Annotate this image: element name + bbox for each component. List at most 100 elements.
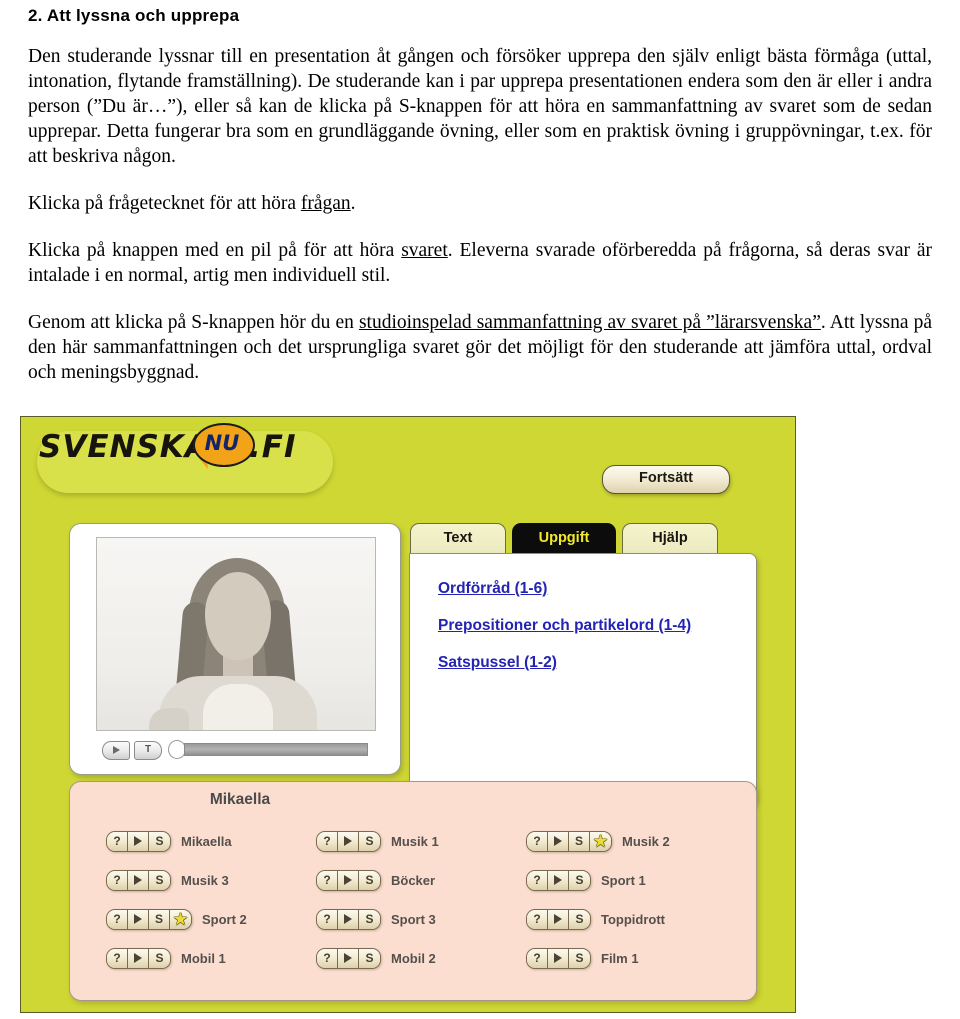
play-button[interactable]	[128, 871, 149, 890]
play-icon	[134, 836, 142, 847]
clip-button-group: ? S	[316, 870, 381, 891]
clips-panel-title: Mikaella	[209, 791, 271, 808]
question-button[interactable]: ?	[527, 832, 548, 851]
play-button[interactable]	[548, 871, 569, 890]
clip-label: Sport 2	[202, 912, 247, 927]
question-button[interactable]: ?	[107, 949, 128, 968]
question-button[interactable]: ?	[527, 910, 548, 929]
clip-label: Mobil 2	[391, 951, 436, 966]
clip-label: Musik 2	[622, 834, 670, 849]
summary-button[interactable]: S	[569, 832, 590, 851]
question-button[interactable]: ?	[107, 832, 128, 851]
question-button[interactable]: ?	[527, 871, 548, 890]
video-controls-bar: T	[96, 738, 374, 762]
play-icon	[554, 875, 562, 886]
summary-button[interactable]: S	[359, 871, 380, 890]
play-button[interactable]	[548, 832, 569, 851]
play-icon	[134, 953, 142, 964]
tab-uppgift[interactable]: Uppgift	[512, 523, 616, 554]
clips-grid: ? S Mikaella? S Musik 1? S ★ Musik 2? S Musik 3? S…	[70, 822, 756, 978]
clip-row: ? S ★ Musik 2	[526, 822, 756, 861]
video-person-shirt	[203, 684, 273, 730]
star-button[interactable]: ★	[590, 832, 611, 851]
clip-row: ? S Mobil 1	[106, 939, 316, 978]
tab-hjalp[interactable]: Hjälp	[622, 523, 718, 554]
play-button[interactable]	[338, 832, 359, 851]
summary-button[interactable]: S	[569, 949, 590, 968]
play-icon	[344, 914, 352, 925]
video-viewport[interactable]	[96, 537, 376, 731]
exercise-link-satspussel[interactable]: Satspussel (1-2)	[438, 654, 691, 672]
clip-button-group: ? S	[316, 831, 381, 852]
p2-post: .	[350, 193, 356, 214]
question-button[interactable]: ?	[107, 871, 128, 890]
question-button[interactable]: ?	[317, 871, 338, 890]
tab-content-panel: Ordförråd (1-6) Prepositioner och partik…	[409, 553, 757, 807]
tab-bar: Text Uppgift Hjälp	[409, 523, 755, 555]
summary-button[interactable]: S	[569, 910, 590, 929]
play-button[interactable]	[548, 949, 569, 968]
paragraph-s-button: Genom att klicka på S-knappen hör du en …	[28, 310, 932, 385]
question-button[interactable]: ?	[107, 910, 128, 929]
play-button[interactable]	[128, 910, 149, 929]
video-text-toggle-button[interactable]: T	[134, 741, 162, 760]
question-button[interactable]: ?	[527, 949, 548, 968]
clip-label: Sport 1	[601, 873, 646, 888]
application-screenshot: SVENSKA NU .FI Fortsätt T Text Uppgift H…	[20, 416, 796, 1013]
clip-button-group: ? S	[526, 909, 591, 930]
summary-button[interactable]: S	[359, 832, 380, 851]
continue-button[interactable]: Fortsätt	[602, 465, 730, 494]
paragraph-intro: Den studerande lyssnar till en presentat…	[28, 46, 932, 167]
play-button[interactable]	[128, 832, 149, 851]
clip-label: Musik 1	[391, 834, 439, 849]
exercise-link-prepositioner[interactable]: Prepositioner och partikelord (1-4)	[438, 617, 691, 635]
video-person-arm	[149, 708, 189, 730]
play-button[interactable]	[338, 910, 359, 929]
summary-button[interactable]: S	[359, 949, 380, 968]
clip-row: ? S Musik 1	[316, 822, 526, 861]
play-button[interactable]	[338, 871, 359, 890]
summary-button[interactable]: S	[149, 949, 170, 968]
clip-button-group: ? S	[106, 948, 171, 969]
summary-button[interactable]: S	[149, 832, 170, 851]
video-progress-track[interactable]	[184, 743, 368, 756]
video-player-panel: T	[69, 523, 401, 775]
p4-pre: Genom att klicka på S-knappen hör du en	[28, 312, 359, 333]
document-text-section: 2. Att lyssna och upprepa Den studerande…	[0, 0, 960, 385]
p2-pre: Klicka på frågetecknet för att höra	[28, 193, 301, 214]
clips-panel: Mikaella ? S Mikaella? S Musik 1? S ★ Musik 2? S…	[69, 781, 757, 1001]
exercise-link-ordforrad[interactable]: Ordförråd (1-6)	[438, 580, 691, 598]
play-button[interactable]	[128, 949, 149, 968]
summary-button[interactable]: S	[149, 871, 170, 890]
p3-pre: Klicka på knappen med en pil på för att …	[28, 240, 402, 261]
play-button[interactable]	[338, 949, 359, 968]
play-icon	[112, 745, 120, 754]
clip-button-group: ? S	[106, 831, 171, 852]
play-icon	[554, 836, 562, 847]
logo-bubble-text: NU	[204, 431, 240, 455]
question-button[interactable]: ?	[317, 910, 338, 929]
clip-row: ? S Sport 3	[316, 900, 526, 939]
question-button[interactable]: ?	[317, 832, 338, 851]
video-play-button[interactable]	[102, 741, 130, 760]
tab-text[interactable]: Text	[410, 523, 506, 554]
play-icon	[134, 914, 142, 925]
clip-button-group: ? S ★	[526, 831, 612, 852]
clip-button-group: ? S	[316, 948, 381, 969]
summary-button[interactable]: S	[149, 910, 170, 929]
clip-button-group: ? S	[526, 948, 591, 969]
summary-button[interactable]: S	[359, 910, 380, 929]
p3-underlined: svaret	[401, 240, 448, 261]
clip-label: Toppidrott	[601, 912, 666, 927]
star-icon: ★	[593, 832, 608, 850]
clip-row: ? S Musik 3	[106, 861, 316, 900]
clip-row: ? S Sport 1	[526, 861, 756, 900]
document-body: Den studerande lyssnar till en presentat…	[28, 44, 932, 385]
question-button[interactable]: ?	[317, 949, 338, 968]
star-button[interactable]: ★	[170, 910, 191, 929]
summary-button[interactable]: S	[569, 871, 590, 890]
clip-button-group: ? S	[526, 870, 591, 891]
play-button[interactable]	[548, 910, 569, 929]
